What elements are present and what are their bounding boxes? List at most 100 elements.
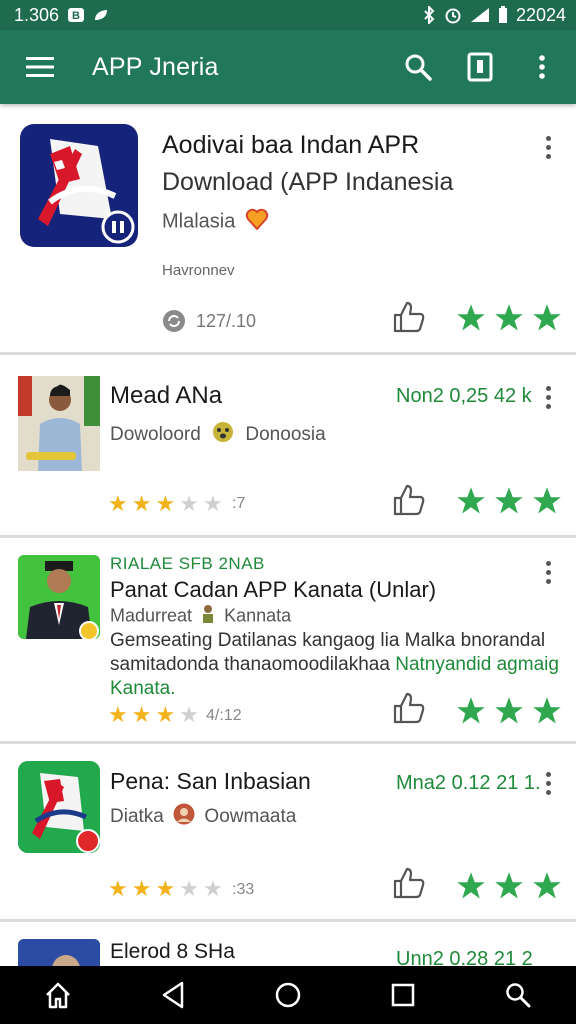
app-count-row: 127/.10 <box>162 309 256 333</box>
list-item[interactable]: Aodivai baa Indan APR Download (APP Inda… <box>0 104 576 355</box>
star-icon <box>495 487 523 514</box>
app-list[interactable]: Aodivai baa Indan APR Download (APP Inda… <box>0 104 576 966</box>
thumbs-up-button[interactable] <box>392 300 428 336</box>
app-meta: Non2 0,25 42 k <box>396 385 532 407</box>
recents-button[interactable] <box>373 970 433 1020</box>
app-meta: Mna2 0.12 21 1. <box>396 772 541 794</box>
star-icon <box>457 872 485 899</box>
app-category: Havronnev <box>162 262 235 279</box>
app-title[interactable]: Mead ANa <box>110 382 222 410</box>
alarm-icon <box>444 6 462 24</box>
thumbs-up-button[interactable] <box>392 866 428 902</box>
app-icon <box>18 376 100 471</box>
search-icon <box>405 54 432 81</box>
toolbar-overflow-button[interactable] <box>514 39 570 95</box>
notification-b-icon: B <box>67 7 85 23</box>
avatar <box>173 803 195 831</box>
bluetooth-icon <box>422 6 436 24</box>
item-overflow-button[interactable] <box>538 382 558 412</box>
rating-stars: ★ ★ ★ ★ ★ <box>108 491 223 516</box>
back-button[interactable] <box>143 970 203 1020</box>
app-subtitle: Download (APP Indanesia <box>162 168 454 196</box>
person-badge-icon <box>201 604 215 629</box>
star-icon <box>457 487 485 514</box>
list-item[interactable]: Pena: San Inbasian Mna2 0.12 21 1. Diatk… <box>0 744 576 922</box>
svg-text:B: B <box>72 10 80 22</box>
back-icon <box>162 981 184 1009</box>
app-icon <box>20 124 138 247</box>
app-sub-row: Dowoloord Donoosia <box>110 421 326 449</box>
app-description-line2: samitadonda thanaomoodilakhaa Natnyandid… <box>110 654 559 676</box>
thumbs-up-button[interactable] <box>392 483 428 519</box>
rating-stars: ★ ★ ★ ★ ★ <box>108 876 223 901</box>
app-sub: Madurreat <box>110 605 193 626</box>
heart-badge-icon <box>245 208 269 236</box>
search-nav-icon <box>506 983 531 1008</box>
leaf-icon <box>93 8 109 22</box>
item-overflow-button[interactable] <box>538 768 558 798</box>
list-item[interactable]: RIALAE SFB 2NAB Panat Cadan APP Kanata (… <box>0 538 576 744</box>
description-highlight: Natnyandid agmaig <box>395 654 559 675</box>
search-button[interactable] <box>390 39 446 95</box>
star-icon <box>495 872 523 899</box>
star-icon <box>533 697 561 724</box>
app-description-line1: Gemseating Datilanas kangaog lia Malka b… <box>110 630 546 651</box>
overflow-icon <box>539 55 545 79</box>
rating-count: 4/:12 <box>206 707 242 724</box>
app-icon <box>18 761 100 853</box>
rating-stars: ★ ★ ★ ★ <box>108 702 199 727</box>
star-icon <box>533 872 561 899</box>
nav-search-button[interactable] <box>488 970 548 1020</box>
app-title[interactable]: Pena: San Inbasian <box>110 768 311 795</box>
star-icon <box>533 304 561 331</box>
thumbs-up-icon <box>393 301 425 333</box>
app-region: Mlalasia <box>162 208 269 236</box>
status-bar: 1.306 B 22024 <box>0 0 576 30</box>
rating-stars-large <box>456 486 562 516</box>
circle-home-icon <box>275 982 301 1008</box>
menu-icon <box>26 57 54 77</box>
thumbs-up-button[interactable] <box>392 691 428 727</box>
item-overflow-button[interactable] <box>538 132 558 162</box>
menu-button[interactable] <box>12 39 68 95</box>
rating-stars-large <box>456 696 562 726</box>
app-toolbar: APP Jneria <box>0 30 576 104</box>
list-item[interactable]: Mead ANa Non2 0,25 42 k Dowoloord Donoos… <box>0 355 576 538</box>
star-icon <box>495 697 523 724</box>
app-title[interactable]: Panat Cadan APP Kanata (Unlar) <box>110 577 436 603</box>
system-nav-bar <box>0 966 576 1024</box>
rating-count: :33 <box>232 881 255 898</box>
thumbs-up-icon <box>393 867 425 899</box>
item-overflow-button[interactable] <box>538 557 558 587</box>
app-sub2: Donoosia <box>245 424 326 446</box>
battery-icon <box>498 6 508 24</box>
rating-count: :7 <box>232 495 246 512</box>
app-title[interactable]: Elerod 8 SHa <box>110 940 235 964</box>
app-tag: RIALAE SFB 2NAB <box>110 554 265 573</box>
app-sub-row: Diatka Oowmaata <box>110 803 296 831</box>
square-recents-icon <box>391 983 415 1007</box>
app-icon <box>18 939 100 966</box>
app-title[interactable]: Aodivai baa Indan APR <box>162 131 419 160</box>
rating-stars-large <box>456 871 562 901</box>
thumbs-up-icon <box>393 692 425 724</box>
bookmark-icon <box>467 52 493 82</box>
app-sub2: Kannata <box>224 605 292 626</box>
list-item[interactable]: Elerod 8 SHa Unn2 0.28 21 2 <box>0 922 576 966</box>
app-sub: Diatka <box>110 806 164 828</box>
app-sub-row: Madurreat Kannata <box>110 604 291 629</box>
status-time: 1.306 <box>14 4 60 25</box>
region-label: Mlalasia <box>162 210 236 233</box>
library-button[interactable] <box>452 39 508 95</box>
signal-icon <box>470 7 490 23</box>
home-button[interactable] <box>28 970 88 1020</box>
star-icon <box>457 697 485 724</box>
app-sub: Dowoloord <box>110 424 201 446</box>
thumbs-up-icon <box>393 484 425 516</box>
app-count: 127/.10 <box>196 310 257 331</box>
app-description-line3: Kanata. <box>110 678 176 699</box>
page-title: APP Jneria <box>92 52 219 81</box>
status-clock: 22024 <box>515 4 566 25</box>
nav-home-button[interactable] <box>258 970 318 1020</box>
description-text: samitadonda thanaomoodilakhaa <box>110 654 390 675</box>
